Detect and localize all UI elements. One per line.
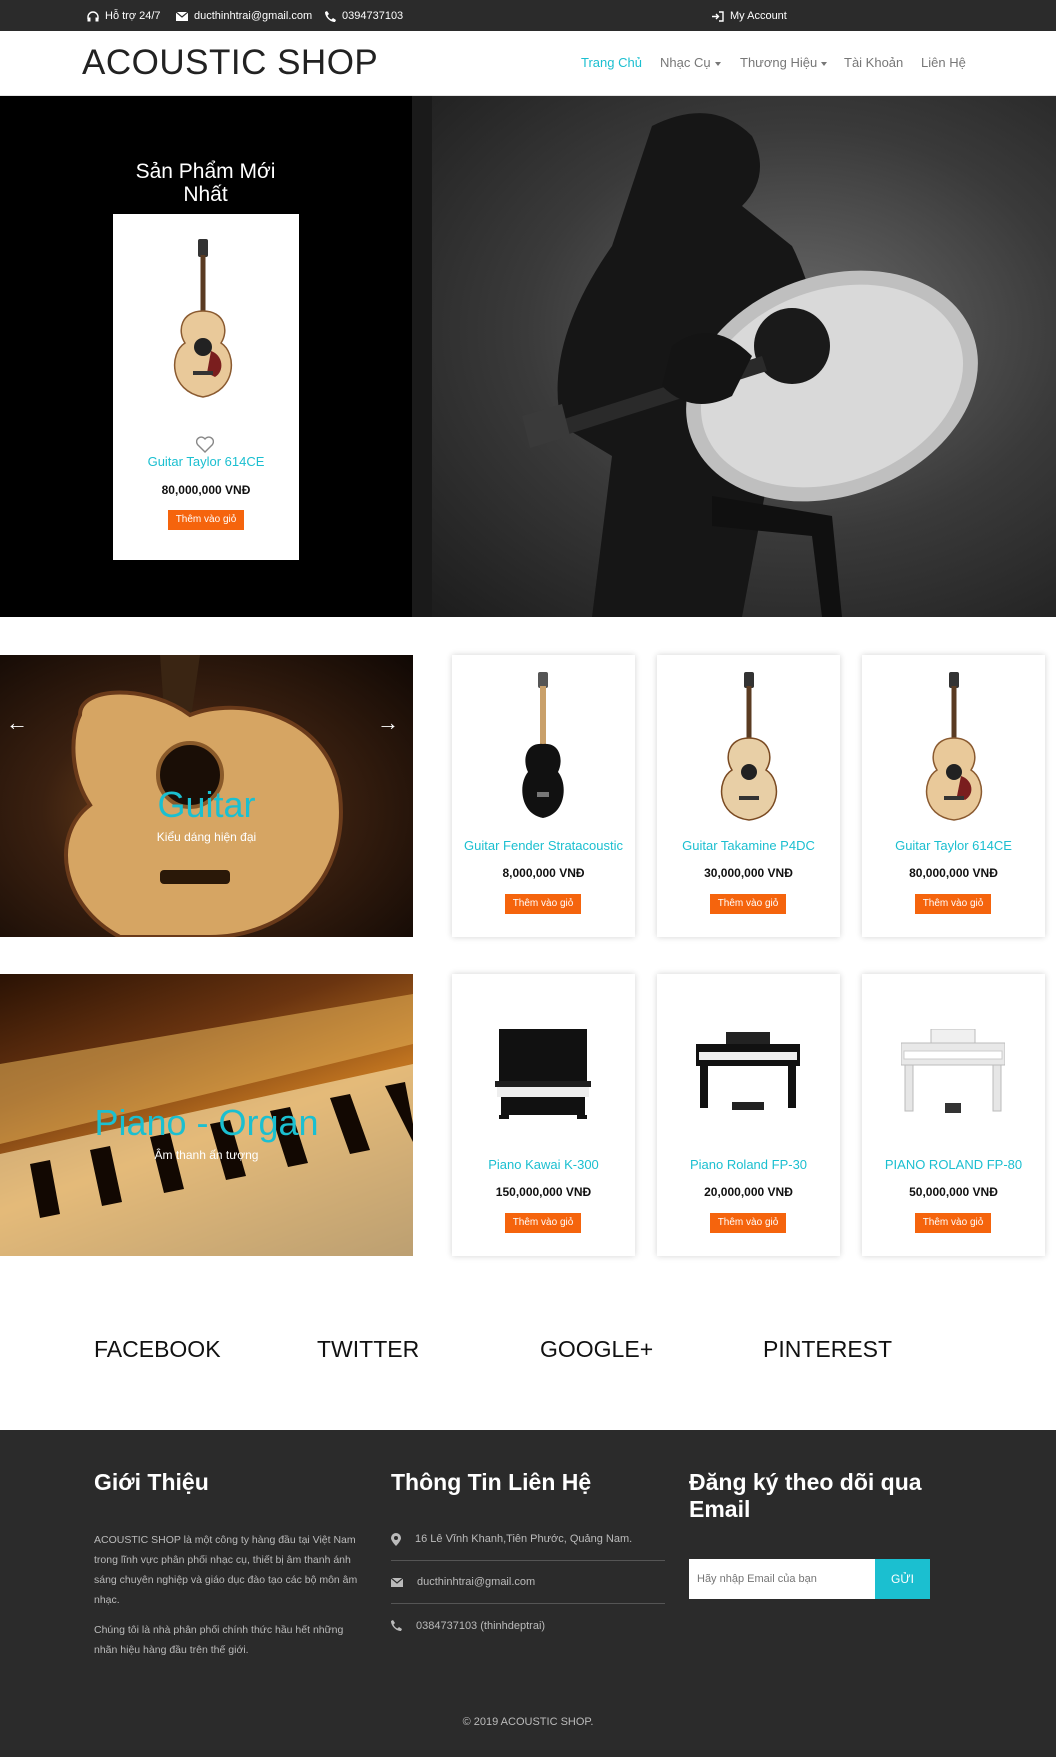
product-name[interactable]: Guitar Taylor 614CE xyxy=(862,839,1045,853)
headphones-icon xyxy=(87,10,99,21)
top-bar: Hỗ trợ 24/7 ducthinhtrai@gmail.com 03947… xyxy=(0,0,1056,31)
acoustic-guitar-image-icon xyxy=(720,672,778,821)
nav-account[interactable]: Tài Khoản xyxy=(844,55,903,70)
about-paragraph-2: Chúng tôi là nhà phân phối chính thức hầ… xyxy=(94,1624,344,1656)
product-card[interactable]: Piano Kawai K-300 150,000,000 VNĐ Thêm v… xyxy=(452,974,635,1256)
hero-guitarist-image xyxy=(412,96,1056,617)
contact-title: Thông Tin Liên Hệ xyxy=(391,1469,592,1495)
email-text[interactable]: ducthinhtrai@gmail.com xyxy=(194,10,312,22)
subscribe-title: Đăng ký theo dõi qua Email xyxy=(689,1469,922,1522)
featured-product-name[interactable]: Guitar Taylor 614CE xyxy=(113,455,299,469)
nav-brands-label: Thương Hiệu xyxy=(740,55,818,70)
twitter-link[interactable]: TWITTER xyxy=(317,1336,419,1363)
add-to-cart-button[interactable]: Thêm vào giỏ xyxy=(915,894,991,914)
product-name[interactable]: Guitar Takamine P4DC xyxy=(657,839,840,853)
product-card[interactable]: Guitar Takamine P4DC 30,000,000 VNĐ Thêm… xyxy=(657,655,840,937)
new-products-title: Sản Phẩm Mới Nhất xyxy=(135,160,276,206)
white-digital-piano-image-icon xyxy=(901,1029,1005,1113)
support-text: Hỗ trợ 24/7 xyxy=(105,10,161,22)
about-title: Giới Thiệu xyxy=(94,1469,209,1495)
heart-icon[interactable] xyxy=(195,436,215,454)
chevron-down-icon xyxy=(714,61,721,66)
add-to-cart-button[interactable]: Thêm vào giỏ xyxy=(505,894,581,914)
add-to-cart-button[interactable]: Thêm vào giỏ xyxy=(505,1213,581,1233)
envelope-icon xyxy=(391,1577,403,1587)
google-plus-link[interactable]: GOOGLE+ xyxy=(540,1336,653,1363)
about-paragraph-1: ACOUSTIC SHOP là một công ty hàng đầu tạ… xyxy=(94,1534,358,1606)
product-card[interactable]: Piano Roland FP-30 20,000,000 VNĐ Thêm v… xyxy=(657,974,840,1256)
electric-guitar-image-icon xyxy=(522,672,564,818)
contact-email[interactable]: ducthinhtrai@gmail.com xyxy=(391,1561,665,1604)
product-card[interactable]: PIANO ROLAND FP-80 50,000,000 VNĐ Thêm v… xyxy=(862,974,1045,1256)
featured-product-price: 80,000,000 VNĐ xyxy=(161,483,251,497)
product-name[interactable]: Piano Roland FP-30 xyxy=(657,1158,840,1172)
arrow-right-icon[interactable]: → xyxy=(377,710,399,736)
product-price: 30,000,000 VNĐ xyxy=(704,866,793,880)
product-price: 80,000,000 VNĐ xyxy=(909,866,998,880)
piano-banner-title: Piano - Organ xyxy=(94,1102,319,1143)
guitarist-silhouette-icon xyxy=(412,96,978,617)
guitar-banner-title: Guitar xyxy=(157,784,256,825)
envelope-icon xyxy=(176,11,188,21)
my-account-link[interactable]: My Account xyxy=(712,10,787,22)
chevron-down-icon xyxy=(821,61,828,66)
my-account-text[interactable]: My Account xyxy=(730,10,787,22)
nav-home[interactable]: Trang Chủ xyxy=(581,55,642,70)
guitar-banner[interactable]: ← → Guitar Kiểu dáng hiện đại xyxy=(0,655,413,937)
subscribe-email-input[interactable] xyxy=(689,1559,875,1599)
support-info: Hỗ trợ 24/7 xyxy=(87,10,161,22)
contact-phone-text[interactable]: 0384737103 (thinhdeptrai) xyxy=(416,1620,545,1632)
nav-contact[interactable]: Liên Hệ xyxy=(921,55,966,70)
add-to-cart-button[interactable]: Thêm vào giỏ xyxy=(168,510,244,530)
nav-brands[interactable]: Thương Hiệu xyxy=(740,55,828,70)
product-name[interactable]: Guitar Fender Stratacoustic xyxy=(452,839,635,853)
hero-section: Sản Phẩm Mới Nhất Guitar Taylor 614CE 80… xyxy=(0,96,1056,617)
product-name[interactable]: PIANO ROLAND FP-80 xyxy=(862,1158,1045,1172)
digital-piano-image-icon xyxy=(696,1032,800,1110)
email-info[interactable]: ducthinhtrai@gmail.com xyxy=(176,10,312,22)
phone-info[interactable]: 0394737103 xyxy=(325,10,403,22)
piano-banner-subtitle: Âm thanh ấn tượng xyxy=(154,1148,259,1162)
site-footer: Giới Thiệu ACOUSTIC SHOP là một công ty … xyxy=(0,1430,1056,1757)
featured-product-card[interactable]: Guitar Taylor 614CE 80,000,000 VNĐ Thêm … xyxy=(113,214,299,560)
phone-text[interactable]: 0394737103 xyxy=(342,10,403,22)
site-logo[interactable]: ACOUSTIC SHOP xyxy=(82,43,378,83)
upright-piano-image-icon xyxy=(495,1029,591,1119)
product-card[interactable]: Guitar Taylor 614CE 80,000,000 VNĐ Thêm … xyxy=(862,655,1045,937)
acoustic-guitar-image-icon xyxy=(925,672,983,821)
map-marker-icon xyxy=(391,1532,401,1546)
add-to-cart-button[interactable]: Thêm vào giỏ xyxy=(710,1213,786,1233)
nav-instruments-label: Nhạc Cụ xyxy=(660,55,711,70)
product-price: 50,000,000 VNĐ xyxy=(909,1185,998,1199)
product-price: 150,000,000 VNĐ xyxy=(495,1185,592,1199)
product-card[interactable]: Guitar Fender Stratacoustic 8,000,000 VN… xyxy=(452,655,635,937)
phone-icon xyxy=(325,10,336,22)
product-price: 8,000,000 VNĐ xyxy=(502,866,585,880)
nav-instruments[interactable]: Nhạc Cụ xyxy=(660,55,721,70)
contact-address: 16 Lê Vĩnh Khanh,Tiên Phước, Quảng Nam. xyxy=(391,1518,665,1561)
piano-banner[interactable]: Piano - Organ Âm thanh ấn tượng xyxy=(0,974,413,1256)
subscribe-submit-button[interactable]: GỬI xyxy=(875,1559,930,1599)
product-name[interactable]: Piano Kawai K-300 xyxy=(452,1158,635,1172)
add-to-cart-button[interactable]: Thêm vào giỏ xyxy=(915,1213,991,1233)
main-navbar: ACOUSTIC SHOP Trang Chủ Nhạc Cụ Thương H… xyxy=(0,31,1056,96)
add-to-cart-button[interactable]: Thêm vào giỏ xyxy=(710,894,786,914)
guitar-banner-subtitle: Kiểu dáng hiện đại xyxy=(156,830,257,844)
sign-in-icon xyxy=(712,10,724,22)
contact-phone[interactable]: 0384737103 (thinhdeptrai) xyxy=(391,1604,665,1647)
copyright-text: © 2019 ACOUSTIC SHOP. xyxy=(462,1716,594,1728)
pinterest-link[interactable]: PINTEREST xyxy=(763,1336,892,1363)
facebook-link[interactable]: FACEBOOK xyxy=(94,1336,221,1363)
arrow-left-icon[interactable]: ← xyxy=(6,710,28,736)
contact-address-text: 16 Lê Vĩnh Khanh,Tiên Phước, Quảng Nam. xyxy=(415,1533,633,1545)
product-price: 20,000,000 VNĐ xyxy=(704,1185,793,1199)
phone-icon xyxy=(391,1620,402,1631)
contact-email-text[interactable]: ducthinhtrai@gmail.com xyxy=(417,1576,535,1588)
guitar-image-icon xyxy=(173,239,233,398)
